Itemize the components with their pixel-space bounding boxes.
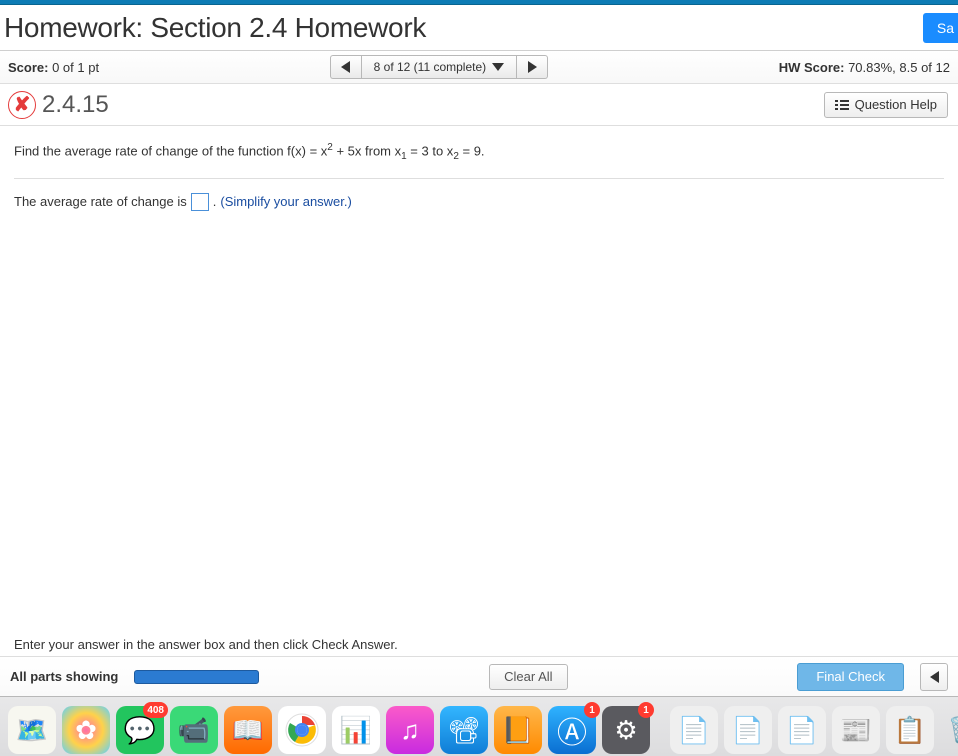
save-button[interactable]: Sa: [923, 13, 958, 43]
books-app-icon[interactable]: 📙: [494, 706, 542, 754]
question-number: 2.4.15: [42, 91, 109, 119]
score-bar: Score: 0 of 1 pt 8 of 12 (11 complete) H…: [0, 51, 958, 84]
trash-icon[interactable]: 🗑️: [940, 706, 958, 754]
dock-file-icon[interactable]: 📄: [670, 706, 718, 754]
keynote-app-icon[interactable]: 📽: [440, 706, 488, 754]
parts-showing-label: All parts showing: [10, 669, 118, 684]
instruction-text: Enter your answer in the answer box and …: [14, 637, 398, 652]
hw-score-value: 70.83%, 8.5 of 12: [848, 60, 950, 75]
collapse-button[interactable]: [920, 663, 948, 691]
chevron-left-icon: [341, 61, 350, 73]
appstore-app-icon[interactable]: Ⓐ1: [548, 706, 596, 754]
itunes-app-icon[interactable]: ♫: [386, 706, 434, 754]
answer-hint: (Simplify your answer.): [220, 194, 351, 209]
chevron-left-icon: [930, 671, 939, 683]
progress-bar: [134, 670, 259, 684]
dock-file-icon[interactable]: 📄: [778, 706, 826, 754]
nav-position-label: 8 of 12 (11 complete): [374, 60, 487, 74]
photos-app-icon[interactable]: ✿: [62, 706, 110, 754]
chrome-app-icon[interactable]: [278, 706, 326, 754]
macos-dock: 🗺️ ✿ 💬408 📹 📖 📊 ♫ 📽 📙 Ⓐ1 ⚙1 📄 📄 📄 📰 📋 🗑️: [0, 696, 958, 756]
prev-question-button[interactable]: [330, 55, 361, 79]
question-selector-dropdown[interactable]: 8 of 12 (11 complete): [361, 55, 518, 79]
dock-file-icon[interactable]: 📋: [886, 706, 934, 754]
clear-all-button[interactable]: Clear All: [489, 664, 567, 690]
messages-app-icon[interactable]: 💬408: [116, 706, 164, 754]
incorrect-icon: ✘: [8, 91, 36, 119]
score-label: Score:: [8, 60, 48, 75]
question-help-button[interactable]: Question Help: [824, 92, 948, 118]
score-value: 0 of 1 pt: [52, 60, 99, 75]
ibooks-app-icon[interactable]: 📖: [224, 706, 272, 754]
badge: 1: [638, 702, 654, 718]
dock-file-icon[interactable]: 📄: [724, 706, 772, 754]
final-check-button[interactable]: Final Check: [797, 663, 904, 691]
next-question-button[interactable]: [517, 55, 548, 79]
question-help-label: Question Help: [855, 97, 937, 112]
answer-label: The average rate of change is: [14, 194, 187, 209]
badge: 1: [584, 702, 600, 718]
numbers-app-icon[interactable]: 📊: [332, 706, 380, 754]
page-title: Homework: Section 2.4 Homework: [4, 12, 426, 44]
answer-input[interactable]: [191, 193, 209, 211]
dock-file-icon[interactable]: 📰: [832, 706, 880, 754]
hw-score-label: HW Score:: [779, 60, 845, 75]
chevron-down-icon: [492, 63, 504, 71]
list-icon: [835, 100, 849, 110]
maps-app-icon[interactable]: 🗺️: [8, 706, 56, 754]
settings-app-icon[interactable]: ⚙1: [602, 706, 650, 754]
badge: 408: [143, 702, 168, 718]
problem-text: Find the average rate of change of the f…: [14, 140, 944, 179]
chevron-right-icon: [528, 61, 537, 73]
facetime-app-icon[interactable]: 📹: [170, 706, 218, 754]
